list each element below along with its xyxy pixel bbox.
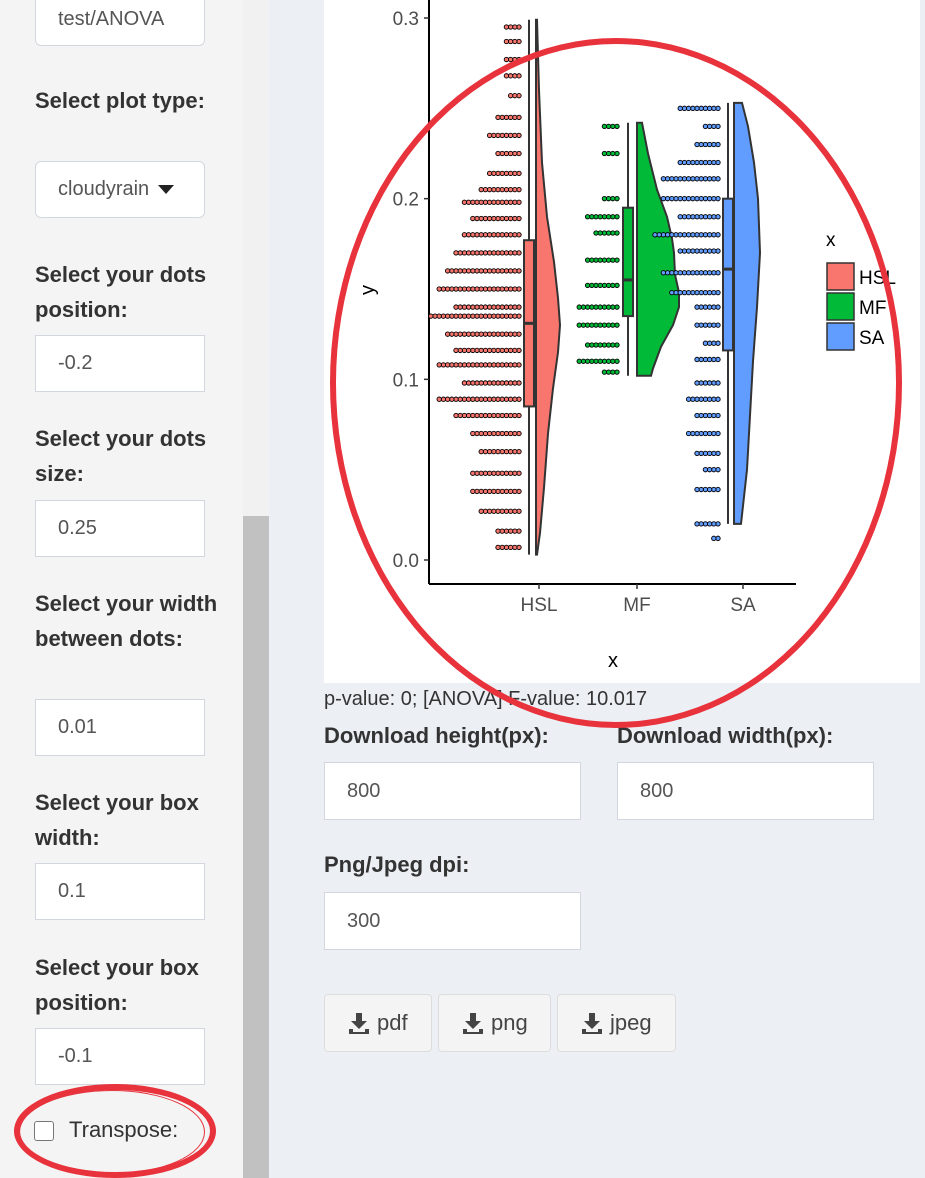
download-icon	[349, 1013, 369, 1034]
analysis-select[interactable]: test/ANOVA	[35, 0, 205, 46]
dot	[507, 24, 514, 30]
chevron-down-icon	[158, 185, 174, 194]
sidebar-scrollbar-thumb[interactable]	[243, 516, 269, 1178]
dpi-value: 300	[347, 910, 381, 932]
download-png-button[interactable]: png	[438, 994, 551, 1052]
download-jpeg-button[interactable]: jpeg	[557, 994, 676, 1052]
plot-type-value: cloudyrain	[58, 178, 150, 200]
width-between-value: 0.01	[58, 716, 97, 738]
plot-type-select[interactable]: cloudyrain	[35, 161, 205, 218]
box-position-input[interactable]: -0.1	[35, 1028, 205, 1085]
download-height-label: Download height(px):	[324, 723, 549, 748]
plot-type-label: Select plot type:	[35, 88, 205, 113]
box-position-label: Select your box position:	[35, 955, 199, 1015]
download-jpeg-label: jpeg	[610, 1010, 652, 1035]
download-width-value: 800	[640, 780, 674, 802]
download-png-label: png	[491, 1010, 528, 1035]
dots-size-value: 0.25	[58, 517, 97, 539]
width-between-label: Select your width between dots:	[35, 591, 218, 651]
download-width-label: Download width(px):	[617, 723, 834, 748]
dots-position-value: -0.2	[58, 352, 93, 374]
dpi-input[interactable]: 300	[324, 892, 581, 950]
y-tick-label: 0.3	[393, 9, 419, 30]
analysis-select-value: test/ANOVA	[58, 8, 165, 30]
dot	[503, 56, 510, 63]
dots-size-label: Select your dots size:	[35, 426, 207, 486]
dot	[516, 24, 522, 30]
dots-size-input[interactable]: 0.25	[35, 500, 205, 557]
dot	[512, 24, 518, 30]
download-icon	[463, 1013, 483, 1034]
dot	[503, 24, 510, 30]
sidebar: test/ANOVA Select plot type: cloudyrain …	[0, 0, 269, 1178]
box-width-input[interactable]: 0.1	[35, 863, 205, 920]
dpi-label: Png/Jpeg dpi:	[324, 852, 470, 877]
dot	[503, 38, 510, 45]
dot	[516, 38, 522, 45]
box-width-label: Select your box width:	[35, 790, 199, 850]
dot	[507, 38, 514, 45]
annotation-ellipse-inner	[19, 1090, 205, 1174]
box-width-value: 0.1	[58, 880, 86, 902]
download-pdf-label: pdf	[377, 1010, 408, 1035]
box-position-value: -0.1	[58, 1045, 93, 1067]
download-width-input[interactable]: 800	[617, 762, 874, 820]
download-icon	[582, 1013, 602, 1034]
dots-position-label: Select your dots position:	[35, 262, 207, 322]
dot	[512, 38, 518, 45]
dots-position-input[interactable]: -0.2	[35, 335, 205, 392]
width-between-input[interactable]: 0.01	[35, 699, 205, 756]
annotation-ellipse-chart	[330, 38, 902, 728]
download-height-input[interactable]: 800	[324, 762, 581, 820]
download-height-value: 800	[347, 780, 381, 802]
download-pdf-button[interactable]: pdf	[324, 994, 432, 1052]
